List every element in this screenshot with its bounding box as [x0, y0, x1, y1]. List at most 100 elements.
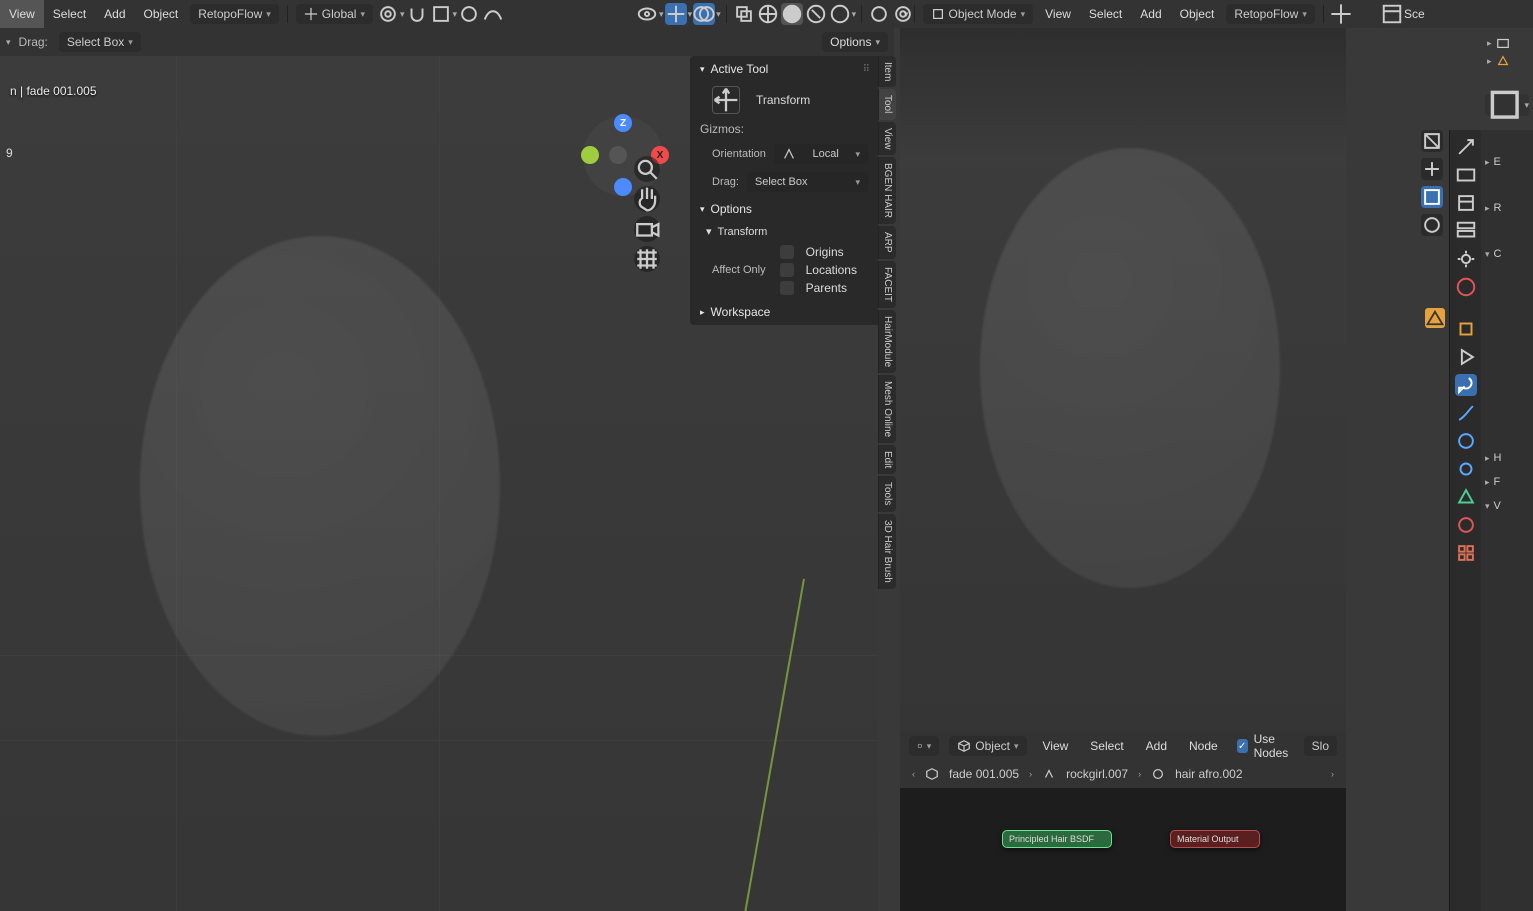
node-principled-hair[interactable]: Principled Hair BSDF: [1002, 830, 1112, 848]
pivot-point-dropdown[interactable]: [377, 3, 399, 25]
physics-tab-icon[interactable]: [1455, 430, 1477, 452]
menu-object[interactable]: Object: [135, 0, 188, 28]
affect-origins-checkbox[interactable]: Origins: [780, 245, 857, 259]
prop-row-h[interactable]: ▸H: [1481, 446, 1533, 470]
node-material-output[interactable]: Material Output: [1170, 830, 1260, 848]
affect-locations-checkbox[interactable]: Locations: [780, 263, 857, 277]
outliner-editor-icon[interactable]: [1381, 3, 1403, 25]
perspective-tool-icon[interactable]: [634, 246, 660, 272]
outliner-collection-row[interactable]: ▸: [1485, 34, 1533, 52]
warning-indicator-icon[interactable]: [1425, 308, 1445, 328]
menu-view-r[interactable]: View: [1036, 0, 1080, 28]
viewlayer-tab-icon[interactable]: [1455, 220, 1477, 242]
workspace-header[interactable]: ▸Workspace ⠿: [690, 299, 878, 325]
particles-tab-icon[interactable]: [1455, 402, 1477, 424]
proportional-falloff-dropdown[interactable]: [482, 3, 504, 25]
object-tab-icon[interactable]: [1455, 318, 1477, 340]
axis-y-icon[interactable]: [581, 146, 599, 164]
camera-tool-icon[interactable]: [634, 216, 660, 242]
node-menu-node[interactable]: Node: [1180, 732, 1227, 760]
orientation-dropdown[interactable]: Local▾: [774, 144, 868, 164]
menu-object-r[interactable]: Object: [1171, 0, 1224, 28]
output-tab-icon[interactable]: [1455, 192, 1477, 214]
menu-add-r[interactable]: Add: [1131, 0, 1170, 28]
menu-add[interactable]: Add: [95, 0, 134, 28]
snap-toggle[interactable]: [406, 3, 428, 25]
axis-neg-icon[interactable]: [609, 146, 627, 164]
texture-tab-icon[interactable]: [1455, 542, 1477, 564]
shading-wire[interactable]: [757, 3, 779, 25]
prop-row-c[interactable]: ▾C: [1481, 242, 1533, 266]
constraint-tab-icon[interactable]: [1455, 458, 1477, 480]
gizmo-toggle[interactable]: [665, 3, 687, 25]
tab-3d-hair-brush[interactable]: 3D Hair Brush: [878, 514, 896, 589]
menu-select[interactable]: Select: [44, 0, 95, 28]
menu-view[interactable]: View: [0, 0, 44, 28]
overlays-toggle[interactable]: [693, 3, 715, 25]
prop-row-f[interactable]: ▸F: [1481, 470, 1533, 494]
node-menu-view[interactable]: View: [1034, 732, 1078, 760]
prop-row-v[interactable]: ▾V: [1481, 494, 1533, 518]
pan-tool-icon[interactable]: [634, 186, 660, 212]
modifier-play-icon[interactable]: [1455, 346, 1477, 368]
tab-arp[interactable]: ARP: [878, 226, 896, 259]
tab-faceit[interactable]: FACEIT: [878, 261, 896, 308]
visibility-dropdown[interactable]: [636, 3, 658, 25]
proportional-toggle[interactable]: [458, 3, 480, 25]
crumb-left-arrow-icon[interactable]: ‹: [912, 769, 915, 779]
crumb-object[interactable]: fade 001.005: [949, 767, 1019, 781]
render-tab-icon[interactable]: [1455, 164, 1477, 186]
tool-tab-icon[interactable]: [1455, 136, 1477, 158]
shading-solid[interactable]: [781, 3, 803, 25]
material-tab-icon[interactable]: [1455, 514, 1477, 536]
viewport-3d-right[interactable]: [900, 28, 1346, 732]
scene-tab-icon[interactable]: [1455, 248, 1477, 270]
tab-bgen-hair[interactable]: BGEN HAIR: [878, 157, 896, 224]
crumb-material[interactable]: hair afro.002: [1175, 767, 1242, 781]
outliner-object-row[interactable]: ▸: [1485, 52, 1533, 70]
world-tab-icon[interactable]: [1455, 276, 1477, 298]
active-tool-header[interactable]: ▾Active Tool ⠿: [690, 56, 878, 82]
rv-icon-d[interactable]: [1421, 214, 1443, 236]
crumb-right-arrow-icon[interactable]: ›: [1331, 769, 1334, 779]
slot-dropdown[interactable]: Slo: [1304, 736, 1337, 756]
crumb-armature[interactable]: rockgirl.007: [1066, 767, 1128, 781]
node-menu-add[interactable]: Add: [1137, 732, 1176, 760]
tab-tools[interactable]: Tools: [878, 476, 896, 511]
tab-mesh-online[interactable]: Mesh Online: [878, 375, 896, 443]
shading-material[interactable]: [805, 3, 827, 25]
node-data-type-dropdown[interactable]: Object▾: [949, 736, 1026, 756]
transform-subheader[interactable]: ▾Transform: [690, 222, 878, 241]
axis-neg-z-icon[interactable]: [614, 178, 632, 196]
menu-select-r[interactable]: Select: [1080, 0, 1131, 28]
prop-row-r[interactable]: ▸R: [1481, 196, 1533, 220]
xray-toggle[interactable]: [733, 3, 755, 25]
transform-orientation-r[interactable]: [1330, 3, 1352, 25]
panel-grip-icon-3[interactable]: ⠿: [863, 64, 872, 75]
tab-item[interactable]: Item: [878, 56, 896, 87]
zoom-tool-icon[interactable]: [634, 156, 660, 182]
retopoflow-dropdown[interactable]: RetopoFlow▾: [190, 4, 279, 24]
rv-icon-b[interactable]: [1421, 158, 1443, 180]
tab-hairmodule[interactable]: HairModule: [878, 310, 896, 373]
shading-render[interactable]: [829, 3, 851, 25]
tab-view[interactable]: View: [878, 122, 896, 156]
tab-edit[interactable]: Edit: [878, 445, 896, 474]
tab-tool[interactable]: Tool: [878, 89, 896, 119]
use-nodes-checkbox[interactable]: Use Nodes: [1237, 732, 1300, 760]
rv-icon-c[interactable]: [1421, 186, 1443, 208]
misc-circle-a[interactable]: [868, 3, 890, 25]
affect-parents-checkbox[interactable]: Parents: [780, 281, 857, 295]
options-dropdown[interactable]: Options▾: [822, 32, 888, 52]
retopoflow-dropdown-r[interactable]: RetopoFlow▾: [1226, 4, 1315, 24]
prop-row-e[interactable]: ▸E: [1481, 150, 1533, 174]
mode-dropdown-right[interactable]: Object Mode▾: [923, 4, 1034, 24]
drag-dropdown[interactable]: Select Box▾: [747, 172, 868, 192]
transform-orientation-dropdown[interactable]: Global▾: [296, 4, 373, 24]
modifier-tab-icon[interactable]: [1455, 374, 1477, 396]
property-editor-type-dropdown[interactable]: ▾: [1485, 94, 1529, 116]
node-menu-select[interactable]: Select: [1081, 732, 1132, 760]
snap-type-dropdown[interactable]: [430, 3, 452, 25]
options-section-header[interactable]: ▾Options ⠿: [690, 196, 878, 222]
node-editor-type-dropdown[interactable]: ▾: [909, 736, 939, 756]
